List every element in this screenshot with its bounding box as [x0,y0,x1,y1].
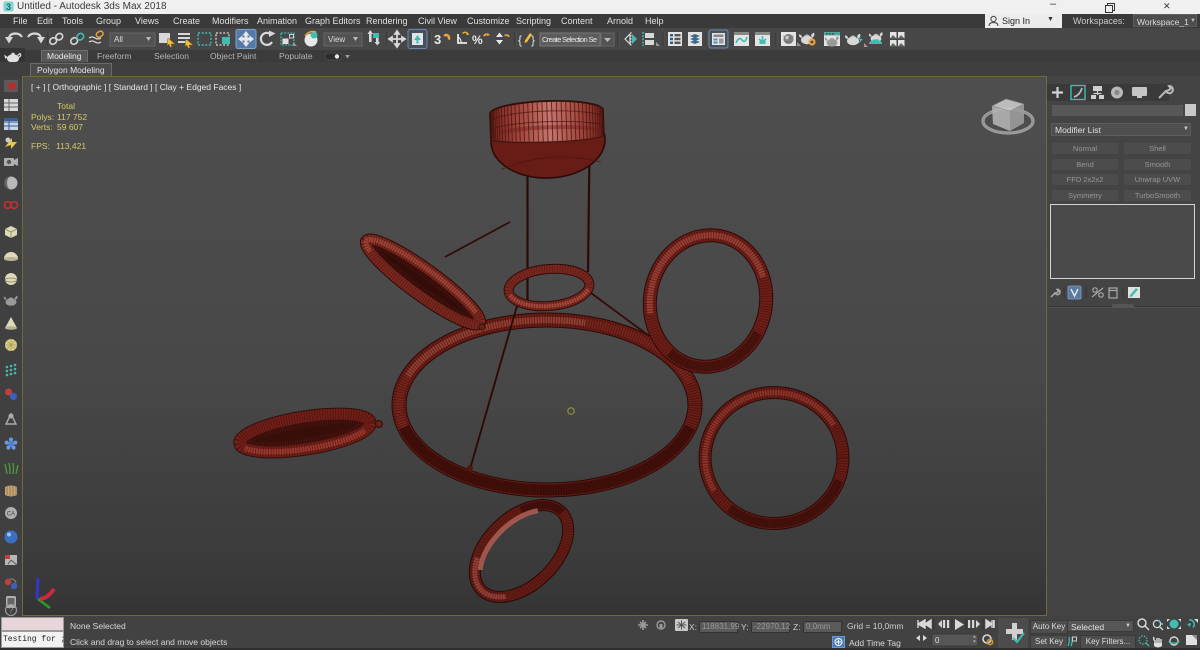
svg-text:CA: CA [7,512,15,518]
svg-text:FPS:: FPS: [31,141,50,151]
svg-text:117 752: 117 752 [57,112,87,122]
svg-text:3: 3 [434,32,441,47]
svg-text:Total: Total [57,101,75,111]
svg-text:113,421: 113,421 [56,141,86,151]
svg-text:{: { [518,33,522,47]
svg-text:View: View [328,35,345,44]
svg-text:All: All [114,35,123,44]
svg-text:Create Selection Se: Create Selection Se [542,35,597,44]
svg-text:Polys:: Polys: [31,112,54,122]
svg-text:?: ? [9,606,14,615]
svg-text:0: 0 [935,636,940,645]
svg-text:Verts:: Verts: [31,122,53,132]
svg-text:}: } [531,33,535,47]
svg-text:%: % [472,33,483,47]
svg-text:3: 3 [6,2,11,12]
svg-text:[ + ] [ Orthographic ] [ Stand: [ + ] [ Orthographic ] [ Standard ] [ Cl… [31,82,241,92]
svg-text:59 607: 59 607 [57,122,83,132]
